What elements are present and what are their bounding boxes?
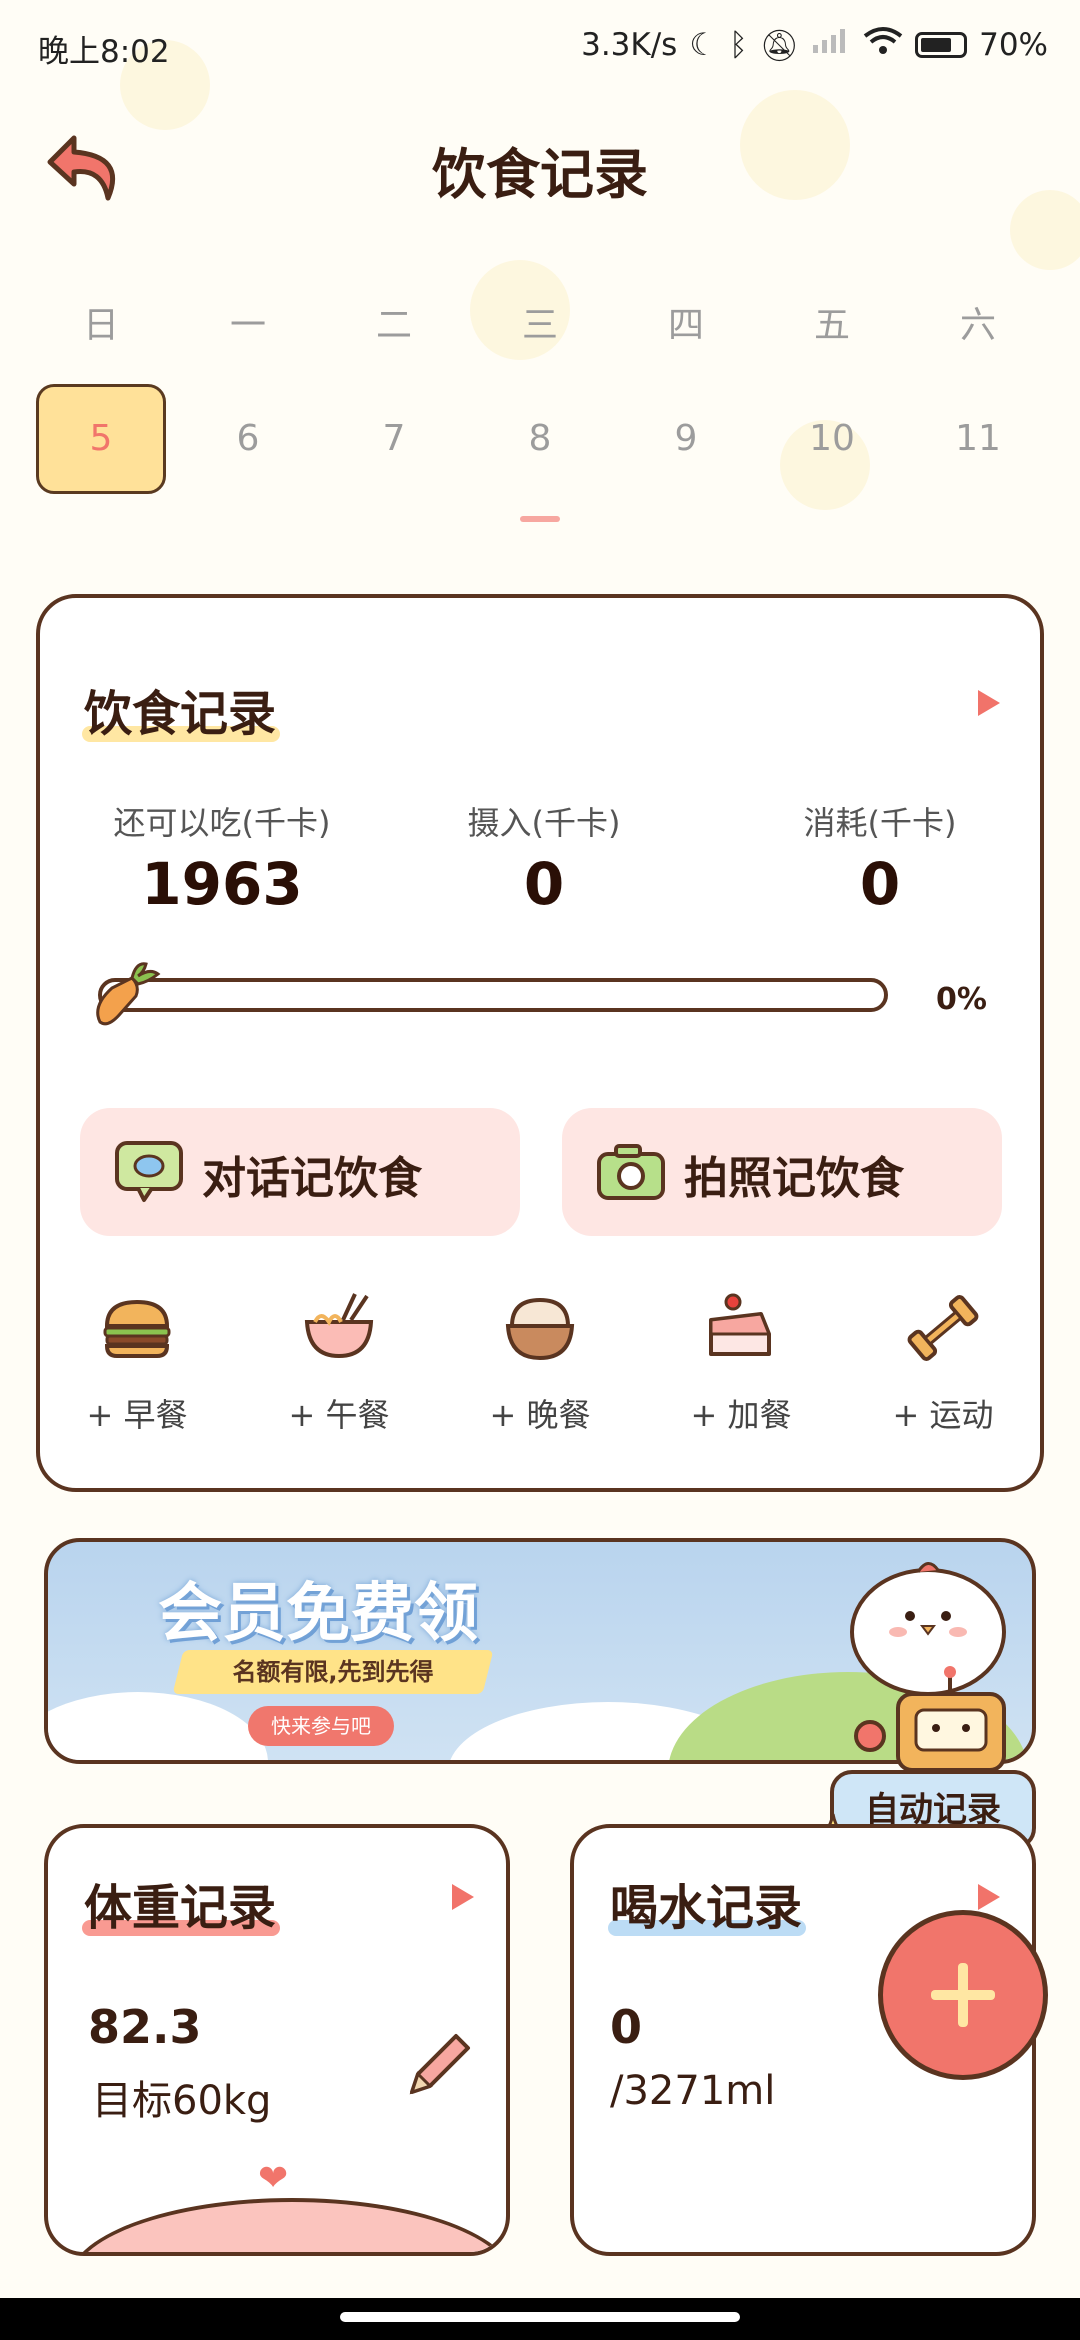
breakfast-label: + 早餐 (86, 1396, 188, 1434)
weight-record-card[interactable]: 体重记录 82.3 目标60kg ❤ (44, 1824, 510, 2256)
exercise-shortcut[interactable]: + 运动 (868, 1290, 1018, 1436)
date-cell[interactable]: 9 (621, 418, 751, 459)
lunch-label: + 午餐 (288, 1396, 390, 1434)
date-cell[interactable]: 7 (329, 418, 459, 459)
date-cell[interactable]: 10 (767, 418, 897, 459)
progress-percent: 0% (936, 982, 987, 1017)
signal-icon (811, 27, 851, 63)
chat-record-label: 对话记饮食 (202, 1153, 422, 1204)
banner-join-button[interactable]: 快来参与吧 (248, 1706, 394, 1746)
weight-target: 目标60kg (92, 2078, 272, 2124)
intake-value: 0 (523, 850, 565, 918)
chat-bubble-icon (114, 1140, 184, 1208)
remaining-value: 1963 (141, 850, 303, 918)
banner-title: 会员免费领 (158, 1577, 478, 1651)
navigation-bar (0, 2298, 1080, 2340)
photo-record-label: 拍照记饮食 (684, 1153, 904, 1204)
carrot-icon (86, 956, 166, 1040)
weekday-label: 二 (375, 305, 412, 346)
dinner-label: + 晚餐 (489, 1396, 591, 1434)
camera-icon (596, 1142, 666, 1206)
weekday-label: 五 (813, 305, 850, 346)
network-speed: 3.3K/s (581, 27, 678, 63)
heart-icon: ❤ (258, 2158, 289, 2199)
scale-dial-decoration (68, 2198, 506, 2252)
date-cell[interactable]: 6 (183, 418, 313, 459)
date-cell-selected[interactable]: 5 (36, 418, 166, 459)
calorie-progress-bar (98, 978, 888, 1012)
battery-icon (915, 32, 968, 58)
mute-bell-icon: 🔕︎ (759, 27, 800, 64)
weight-value: 82.3 (88, 2000, 202, 2054)
diet-card-title[interactable]: 饮食记录 (81, 674, 281, 744)
date-cell[interactable]: 11 (913, 418, 1043, 459)
noodle-bowl-icon (301, 1290, 377, 1366)
weight-card-title: 体重记录 (81, 1868, 281, 1938)
cake-icon (703, 1290, 779, 1366)
rice-bowl-icon (502, 1290, 578, 1366)
weekday-label: 日 (82, 305, 119, 346)
weekday-label: 四 (667, 305, 704, 346)
breakfast-shortcut[interactable]: + 早餐 (62, 1290, 212, 1436)
dumbbell-icon (905, 1290, 981, 1366)
lunch-shortcut[interactable]: + 午餐 (264, 1290, 414, 1436)
photo-record-button[interactable]: 拍照记饮食 (562, 1108, 1002, 1236)
remaining-label: 还可以吃(千卡) (113, 804, 331, 842)
burned-label: 消耗(千卡) (803, 804, 957, 842)
exercise-label: + 运动 (892, 1396, 994, 1434)
weekday-label: 六 (959, 305, 996, 346)
bluetooth-icon: ᛒ (729, 27, 748, 63)
moon-icon: ☾ (689, 27, 718, 63)
water-card-arrow-icon[interactable] (978, 1884, 1000, 1910)
status-bar: 晚上8:02 3.3K/s ☾ ᛒ 🔕︎ 70% (0, 0, 1080, 90)
snack-shortcut[interactable]: + 加餐 (666, 1290, 816, 1436)
calendar-collapse-handle[interactable] (520, 516, 560, 522)
weight-card-arrow-icon[interactable] (452, 1884, 474, 1910)
chat-record-button[interactable]: 对话记饮食 (80, 1108, 520, 1236)
add-floating-button[interactable] (878, 1910, 1048, 2080)
burger-icon (99, 1290, 175, 1366)
banner-subtitle-ribbon: 名额有限,先到先得 (172, 1650, 494, 1694)
water-card-title: 喝水记录 (607, 1868, 807, 1938)
diet-card-arrow-icon[interactable] (978, 690, 1000, 716)
status-time: 晚上8:02 (38, 34, 170, 70)
date-cell[interactable]: 8 (475, 418, 605, 459)
water-target: /3271ml (610, 2068, 776, 2114)
pencil-edit-icon[interactable] (400, 2024, 480, 2108)
intake-label: 摄入(千卡) (467, 804, 621, 842)
home-indicator[interactable] (340, 2312, 740, 2322)
burned-value: 0 (859, 850, 901, 918)
cloud-decoration (48, 1692, 268, 1760)
weekday-label: 一 (229, 305, 266, 346)
weekday-label: 三 (521, 305, 558, 346)
battery-level: 70% (979, 27, 1048, 63)
plus-icon (931, 1963, 995, 2027)
dinner-shortcut[interactable]: + 晚餐 (465, 1290, 615, 1436)
page-title: 饮食记录 (432, 143, 648, 206)
banner-subtitle: 名额有限,先到先得 (232, 1658, 434, 1686)
water-value: 0 (610, 2000, 643, 2054)
wifi-icon (863, 26, 903, 64)
snack-label: + 加餐 (690, 1396, 792, 1434)
